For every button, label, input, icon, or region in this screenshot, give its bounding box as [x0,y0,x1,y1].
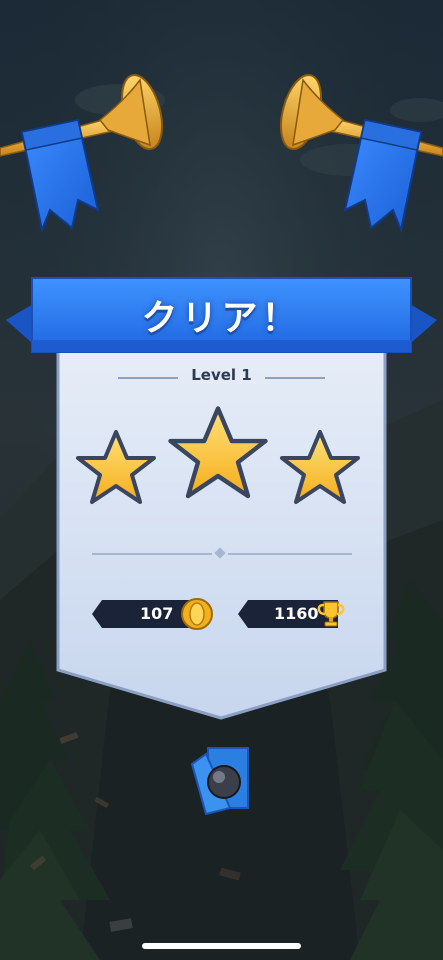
star-rating [76,406,360,504]
star-icon [168,406,268,499]
level-clear-screen: クリア！ Level 1 107 1160 [0,0,443,960]
star-icon [76,430,156,504]
level-label: Level 1 [191,366,252,384]
coin-icon [181,598,213,630]
result-title: クリア！ [141,298,302,339]
level-divider-right [265,377,325,379]
level-header: Level 1 [0,364,443,390]
trumpet-decor [0,74,443,234]
coin-count: 107 [140,604,174,623]
trophy-icon [317,601,345,627]
trophy-reward: 1160 [238,598,350,630]
home-indicator[interactable] [142,943,301,949]
star-icon [280,430,360,504]
coin-reward: 107 [92,598,214,630]
orb-card-icon[interactable] [186,744,256,818]
trophy-count: 1160 [274,604,319,623]
